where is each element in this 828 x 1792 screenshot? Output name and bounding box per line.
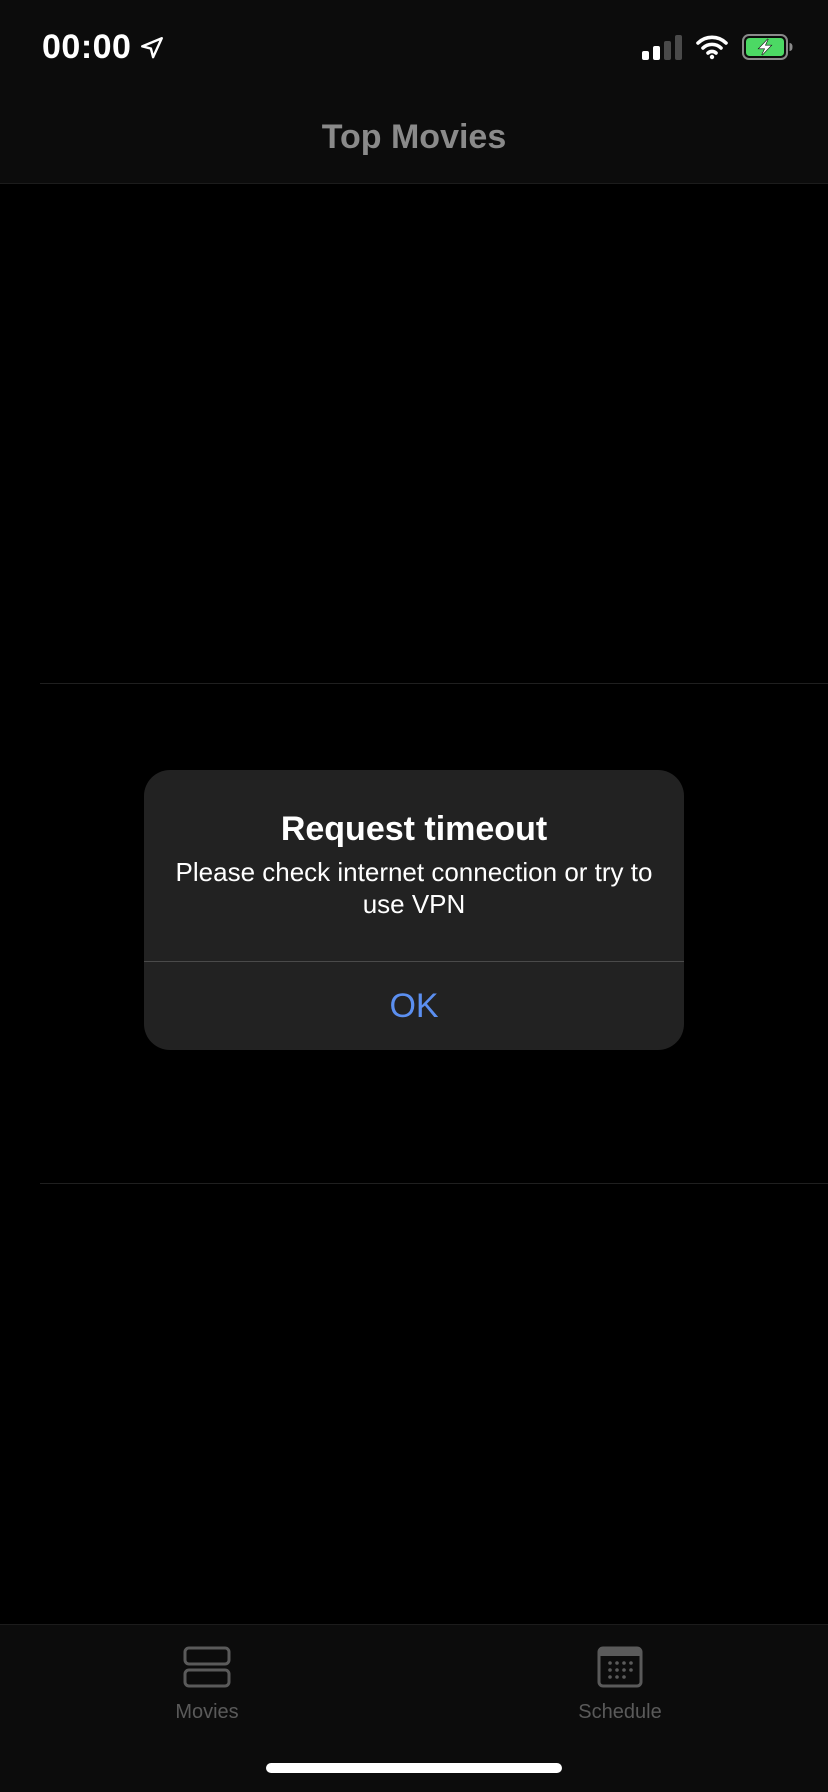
tab-bar: Movies Schedule bbox=[0, 1624, 828, 1792]
content-divider bbox=[40, 1183, 828, 1184]
home-indicator bbox=[266, 1763, 562, 1773]
screen: 00:00 Top Movies Request timeout Please … bbox=[0, 0, 828, 1792]
tab-schedule[interactable]: Schedule bbox=[520, 1645, 720, 1745]
rows-icon bbox=[183, 1646, 231, 1688]
alert-dialog: Request timeout Please check internet co… bbox=[144, 770, 684, 1050]
tab-movies[interactable]: Movies bbox=[107, 1645, 307, 1745]
page-title: Top Movies bbox=[321, 118, 507, 156]
alert-title: Request timeout bbox=[280, 810, 548, 848]
wifi-icon bbox=[696, 35, 728, 60]
tab-movies-label: Movies bbox=[175, 1701, 239, 1723]
status-icons bbox=[642, 34, 794, 60]
location-arrow-icon bbox=[141, 36, 164, 58]
status-bar: 00:00 bbox=[0, 0, 828, 96]
ok-button[interactable]: OK bbox=[144, 962, 684, 1050]
status-time-label: 00:00 bbox=[42, 28, 132, 66]
calendar-icon bbox=[597, 1646, 643, 1688]
alert-message: Please check internet connection or try … bbox=[175, 857, 653, 919]
status-time: 00:00 bbox=[42, 28, 165, 67]
tab-schedule-label: Schedule bbox=[578, 1701, 662, 1723]
content-divider bbox=[40, 683, 828, 684]
cellular-signal-icon bbox=[642, 34, 682, 60]
navigation-bar: Top Movies bbox=[0, 96, 828, 184]
battery-charging-icon bbox=[742, 34, 793, 60]
